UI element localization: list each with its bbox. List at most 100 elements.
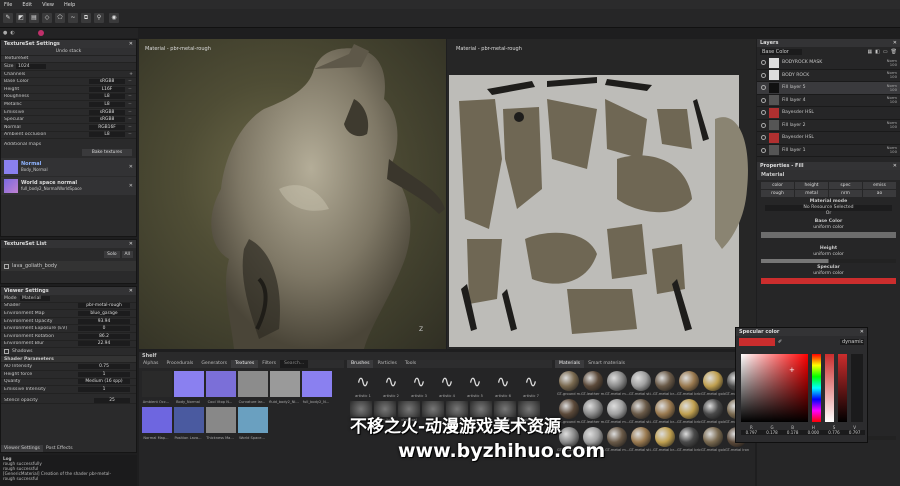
texture-item[interactable]: Position Lava... [173,406,205,442]
brush-item[interactable]: ∿ artistic 5 [461,370,489,400]
remove-map-icon[interactable]: ✕ [129,183,133,189]
texture-item[interactable]: full_body2_N... [301,370,333,406]
layer-row[interactable]: Fill layer 4 Norm 100 [757,95,900,107]
visibility-eye-icon[interactable] [761,72,766,78]
eraser-icon[interactable]: ◩ [16,13,26,23]
color-swatch-icon[interactable] [37,30,44,36]
tab-generators[interactable]: Generators [197,360,231,368]
layer-blend[interactable]: Norm 100 [884,146,900,154]
brush-item[interactable]: ∿ artistic 2 [377,370,405,400]
channel-select[interactable]: Base Color [760,49,802,55]
close-icon[interactable]: ✕ [893,39,897,47]
layer-row[interactable]: BODY ROCK Norm 100 [757,70,900,82]
menu-view[interactable]: View [42,2,54,8]
channel-format[interactable]: L8 [89,94,125,100]
texture-item[interactable]: fluid_body2_Ni... [269,370,301,406]
param-value[interactable]: 1 [78,371,130,377]
setting-value[interactable]: 22.94 [78,341,130,347]
visibility-eye-icon[interactable] [761,97,766,103]
material-item[interactable]: GT-metal br... [653,370,677,398]
shadows-checkbox[interactable] [4,348,9,354]
layer-row[interactable]: Fill layer 5 Norm 100 [757,82,900,95]
add-layer-icon[interactable]: ▦ [867,49,872,55]
param-value[interactable]: 0.75 [78,364,130,370]
tab-brushes[interactable]: Brushes [347,360,374,368]
toggle-nrm[interactable]: nrm [829,190,862,197]
add-channel-icon[interactable]: + [129,72,133,77]
value-v[interactable]: 0.797 [844,430,865,435]
menu-edit[interactable]: Edit [22,2,32,8]
camera-icon[interactable]: ◉ [109,13,119,23]
toggle-spec[interactable]: spec [829,182,862,189]
tab-tools[interactable]: Tools [401,360,420,368]
texture-item[interactable]: Cool Vtop N... [205,370,237,406]
material-item[interactable]: GT-metal gold... [701,398,725,426]
tab-filters[interactable]: Filters [258,360,280,368]
2d-viewport[interactable]: Material - pbr-metal-rough [447,39,756,349]
size-icon[interactable]: ● [3,30,7,36]
toggle-rough[interactable]: rough [761,190,794,197]
visibility-eye-icon[interactable] [761,110,766,116]
visibility-eye-icon[interactable] [761,85,766,91]
remove-channel-icon[interactable]: − [128,125,133,130]
brush-item[interactable]: ∿ artistic 1 [349,370,377,400]
3d-viewport[interactable]: Material - pbr-metal-rough Z [139,39,446,349]
map-normal[interactable]: Normal Body_Normal ✕ [1,157,136,176]
setting-value[interactable]: blue_garage [78,310,130,316]
layer-blend[interactable]: Norm 100 [884,71,900,79]
all-button[interactable]: All [121,251,133,258]
brush-item[interactable]: ∿ artistic 7 [517,370,545,400]
toggle-color[interactable]: color [761,182,794,189]
param-value[interactable]: Medium (16 spp) [78,379,130,385]
param-value[interactable]: 1 [78,386,130,392]
layer-row[interactable]: Bayesder HSL [757,107,900,120]
size-select[interactable]: 1024 [16,63,46,69]
setting-value[interactable]: pbr-metal-rough [78,303,130,309]
smudge-icon[interactable]: ~ [68,13,78,23]
close-icon[interactable]: ✕ [893,162,897,170]
channel-format[interactable]: sRGB8 [89,109,125,115]
visibility-eye-icon[interactable] [761,135,766,141]
remove-channel-icon[interactable]: − [128,87,133,92]
shader-params-header[interactable]: Shader Parameters [1,355,136,364]
brush-item[interactable]: ∿ artistic 3 [405,370,433,400]
remove-channel-icon[interactable]: − [128,79,133,84]
delete-layer-icon[interactable]: 🗑 [891,49,897,55]
texture-item[interactable]: Normal Map... [141,406,173,442]
menu-file[interactable]: File [4,2,12,8]
tab-particles[interactable]: Particles [373,360,400,368]
channel-format[interactable]: L8 [89,132,125,138]
saturation-value-field[interactable]: + [741,354,808,422]
hue-slider[interactable] [812,354,821,422]
channel-format[interactable]: L8 [89,101,125,107]
layer-blend[interactable]: Norm 100 [884,96,900,104]
layer-blend[interactable]: Norm 100 [884,121,900,129]
saturation-slider[interactable] [825,354,834,422]
polygon-fill-icon[interactable]: ⬠ [55,13,65,23]
remove-channel-icon[interactable]: − [128,94,133,99]
material-item[interactable]: GT-metal m... [605,398,629,426]
visibility-eye-icon[interactable] [761,122,766,128]
picker-mode-select[interactable]: dynamic [840,339,864,345]
visibility-eye-icon[interactable] [761,60,766,66]
layer-row[interactable]: Bayesder HSL [757,132,900,145]
layer-blend[interactable]: Norm 100 [884,58,900,67]
material-item[interactable]: GT-metal gold... [701,370,725,398]
value-g[interactable]: 0.178 [761,430,783,435]
solo-button[interactable]: Solo [104,251,120,258]
material-item[interactable]: GT-leather m... [581,370,605,398]
add-folder-icon[interactable]: ▭ [883,49,888,55]
remove-channel-icon[interactable]: − [128,102,133,107]
remove-channel-icon[interactable]: − [128,132,133,137]
remove-map-icon[interactable]: ✕ [129,164,133,170]
menu-help[interactable]: Help [64,2,75,8]
paint-brush-icon[interactable]: ✎ [3,13,13,23]
tab-viewer-settings[interactable]: Viewer Settings [1,445,43,452]
material-item[interactable]: GT-metal m... [605,426,629,454]
channel-format[interactable]: L16F [89,86,125,92]
texture-item[interactable]: Body_Normal [173,370,205,406]
setting-value[interactable]: 0 [78,326,130,332]
height-slider[interactable] [761,259,896,263]
material-item[interactable]: GT-ground m... [557,370,581,398]
toggle-emiss[interactable]: emiss [863,182,896,189]
